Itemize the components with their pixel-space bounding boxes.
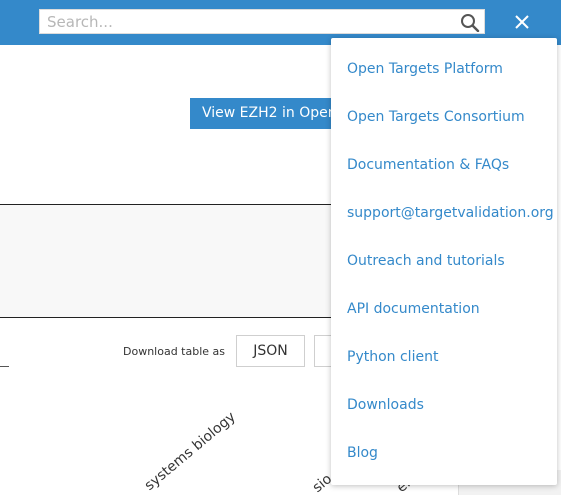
divider bbox=[0, 317, 340, 318]
menu-item-downloads[interactable]: Downloads bbox=[347, 397, 424, 413]
menu-item-open-targets-platform[interactable]: Open Targets Platform bbox=[347, 61, 503, 77]
close-icon[interactable] bbox=[510, 10, 534, 34]
search-input[interactable] bbox=[40, 10, 457, 33]
menu-item-blog[interactable]: Blog bbox=[347, 445, 378, 461]
view-in-platform-button[interactable]: View EZH2 in Open bbox=[190, 98, 335, 129]
column-header-label: systems biology bbox=[141, 408, 239, 494]
menu-item-open-targets-consortium[interactable]: Open Targets Consortium bbox=[347, 109, 525, 125]
search-box[interactable] bbox=[39, 9, 485, 34]
menu-item-api-documentation[interactable]: API documentation bbox=[347, 301, 480, 317]
menu-item-outreach[interactable]: Outreach and tutorials bbox=[347, 253, 505, 269]
menu-item-support-email[interactable]: support@targetvalidation.org bbox=[347, 205, 554, 221]
menu-item-documentation[interactable]: Documentation & FAQs bbox=[347, 157, 509, 173]
search-icon[interactable] bbox=[460, 13, 480, 32]
content-panel bbox=[0, 205, 340, 317]
dropdown-menu: Open Targets Platform Open Targets Conso… bbox=[331, 38, 557, 485]
menu-item-python-client[interactable]: Python client bbox=[347, 349, 438, 365]
table-header-line bbox=[0, 366, 9, 367]
column-header-label: s bbox=[0, 455, 4, 472]
download-json-button[interactable]: JSON bbox=[236, 335, 305, 367]
download-label: Download table as bbox=[123, 345, 226, 358]
